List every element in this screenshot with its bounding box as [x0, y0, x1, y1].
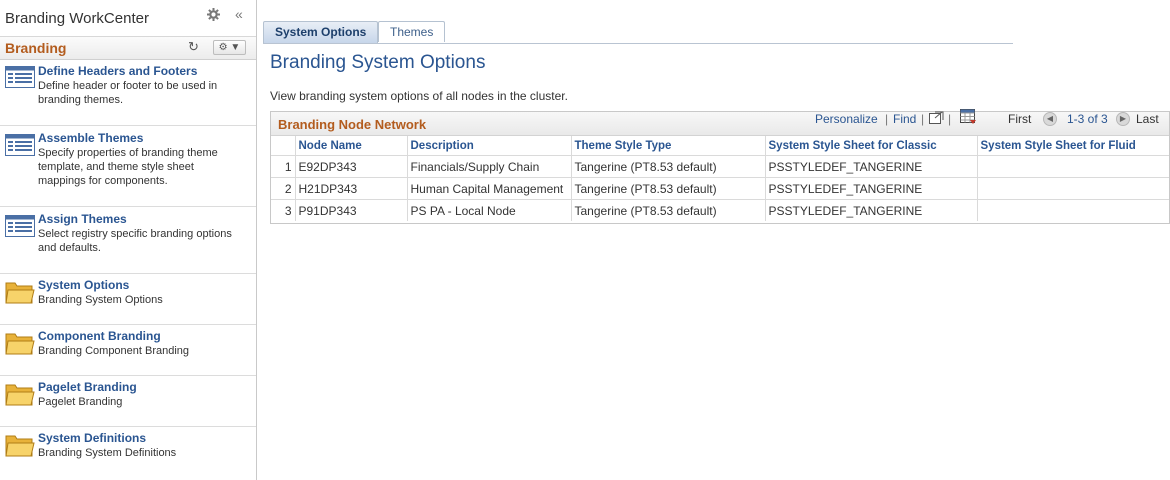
gear-icon[interactable]: [207, 8, 221, 22]
grid-header: Branding Node Network Personalize | Find…: [271, 109, 1169, 136]
folder-icon: [5, 432, 35, 461]
node-name-cell: H21DP343: [295, 177, 408, 200]
nav-item-title[interactable]: Define Headers and Footers: [38, 64, 197, 78]
nav-item-define-headers-footers[interactable]: Define Headers and Footers Define header…: [0, 60, 256, 126]
workcenter-title: Branding WorkCenter: [5, 10, 149, 27]
main-content: System Options Themes Branding System Op…: [257, 0, 1170, 480]
nav-item-description: Pagelet Branding: [38, 396, 123, 408]
tab-system-options[interactable]: System Options: [263, 21, 379, 43]
page-title: Branding System Options: [270, 52, 486, 73]
theme-style-type-cell: Tangerine (PT8.53 default): [571, 177, 766, 200]
folder-icon: [5, 381, 35, 410]
row-number: 1: [271, 155, 296, 178]
page-list-icon: [5, 215, 35, 240]
find-link[interactable]: Find: [893, 112, 916, 126]
separator: |: [885, 112, 889, 126]
pane-header: Branding ↻ ⚙ ▼: [0, 36, 256, 60]
nav-item-title[interactable]: Assign Themes: [38, 212, 127, 226]
workcenter-header: Branding WorkCenter «: [0, 0, 256, 36]
separator: |: [948, 112, 952, 126]
separator: |: [921, 112, 925, 126]
nav-item-title[interactable]: System Definitions: [38, 431, 146, 445]
personalize-link[interactable]: Personalize: [815, 112, 878, 126]
column-header-rownum: [271, 136, 296, 156]
description-cell: Human Capital Management: [407, 177, 572, 200]
node-network-table: Node Name Description Theme Style Type S…: [271, 136, 1169, 221]
nav-item-assemble-themes[interactable]: Assemble Themes Specify properties of br…: [0, 126, 256, 207]
theme-style-type-cell: Tangerine (PT8.53 default): [571, 155, 766, 178]
folder-icon: [5, 279, 35, 308]
theme-style-type-cell: Tangerine (PT8.53 default): [571, 199, 766, 221]
style-sheet-fluid-cell: [977, 200, 1169, 222]
column-header-theme-style-type[interactable]: Theme Style Type: [571, 136, 766, 156]
download-to-excel-icon[interactable]: [960, 109, 977, 128]
grid-title: Branding Node Network: [278, 117, 427, 132]
column-header-style-sheet-classic[interactable]: System Style Sheet for Classic: [765, 136, 978, 156]
nav-item-description: Specify properties of branding theme tem…: [38, 147, 218, 187]
pane-title: Branding: [5, 40, 67, 56]
tab-themes[interactable]: Themes: [378, 21, 446, 42]
column-header-style-sheet-fluid[interactable]: System Style Sheet for Fluid: [977, 136, 1169, 156]
description-cell: Financials/Supply Chain: [407, 155, 572, 178]
nav-item-system-definitions[interactable]: System Definitions Branding System Defin…: [0, 427, 256, 477]
pane-options-menu[interactable]: ⚙ ▼: [213, 40, 246, 55]
page-description: View branding system options of all node…: [270, 89, 568, 103]
nav-item-system-options[interactable]: System Options Branding System Options: [0, 274, 256, 325]
table-row: 2 H21DP343 Human Capital Management Tang…: [271, 177, 1169, 200]
chevron-down-icon: ▼: [230, 42, 241, 53]
nav-item-description: Branding System Options: [38, 294, 163, 306]
row-range: 1-3 of 3: [1067, 112, 1108, 126]
page-list-icon: [5, 134, 35, 159]
table-row: 3 P91DP343 PS PA - Local Node Tangerine …: [271, 199, 1169, 222]
row-number: 3: [271, 199, 296, 221]
style-sheet-fluid-cell: [977, 155, 1169, 178]
style-sheet-fluid-cell: [977, 177, 1169, 200]
view-all-icon[interactable]: [929, 111, 944, 127]
nav-item-title[interactable]: Assemble Themes: [38, 131, 143, 145]
node-name-cell: P91DP343: [295, 199, 408, 221]
branding-node-network-grid: Branding Node Network Personalize | Find…: [270, 109, 1170, 224]
previous-arrow-icon[interactable]: ◀: [1043, 112, 1057, 126]
tab-bar: System Options Themes: [263, 21, 1013, 44]
collapse-icon[interactable]: «: [235, 7, 243, 21]
first-label: First: [1008, 112, 1032, 126]
nav-item-description: Branding Component Branding: [38, 345, 190, 357]
folder-icon: [5, 330, 35, 359]
nav-item-title[interactable]: Component Branding: [38, 329, 161, 343]
description-cell: PS PA - Local Node: [407, 199, 572, 221]
style-sheet-classic-cell: PSSTYLEDEF_TANGERINE: [765, 155, 978, 178]
row-number: 2: [271, 177, 296, 200]
gear-icon: ⚙: [218, 42, 228, 53]
nav-item-description: Define header or footer to be used in br…: [38, 80, 218, 106]
refresh-icon[interactable]: ↻: [188, 39, 199, 55]
node-name-cell: E92DP343: [295, 155, 408, 178]
last-label: Last: [1136, 112, 1159, 126]
nav-item-component-branding[interactable]: Component Branding Branding Component Br…: [0, 325, 256, 376]
nav-item-description: Select registry specific branding option…: [38, 228, 232, 254]
workcenter-sidebar: Branding WorkCenter « Branding ↻ ⚙ ▼ Def…: [0, 0, 257, 480]
column-header-description[interactable]: Description: [407, 136, 572, 156]
table-header-row: Node Name Description Theme Style Type S…: [271, 136, 1169, 156]
nav-item-assign-themes[interactable]: Assign Themes Select registry specific b…: [0, 207, 256, 274]
nav-item-title[interactable]: Pagelet Branding: [38, 380, 137, 394]
nav-item-description: Branding System Definitions: [38, 447, 177, 459]
nav-item-title[interactable]: System Options: [38, 278, 129, 292]
nav-item-pagelet-branding[interactable]: Pagelet Branding Pagelet Branding: [0, 376, 256, 427]
table-row: 1 E92DP343 Financials/Supply Chain Tange…: [271, 155, 1169, 178]
column-header-node-name[interactable]: Node Name: [295, 136, 408, 156]
page-list-icon: [5, 66, 35, 91]
next-arrow-icon[interactable]: ▶: [1116, 112, 1130, 126]
style-sheet-classic-cell: PSSTYLEDEF_TANGERINE: [765, 199, 978, 221]
style-sheet-classic-cell: PSSTYLEDEF_TANGERINE: [765, 177, 978, 200]
